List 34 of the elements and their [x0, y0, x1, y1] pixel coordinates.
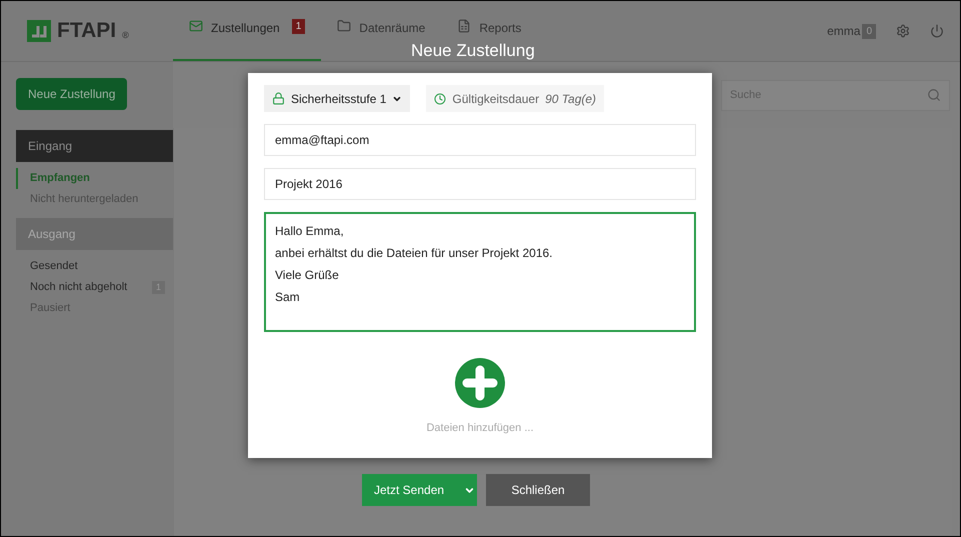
nav-tab[interactable]: Reports: [441, 1, 538, 39]
validity-button[interactable]: Gültigkeitsdauer 90 Tag(e): [426, 85, 604, 112]
power-icon[interactable]: [930, 24, 944, 38]
count-badge: 1: [292, 19, 306, 34]
message-field[interactable]: Hallo Emma, anbei erhältst du die Dateien für unser Projekt 2016. Viele Grüße Sam: [264, 212, 696, 332]
close-button[interactable]: Schließen: [486, 474, 590, 506]
tab-label: Zustellungen: [211, 20, 280, 37]
security-dropdown[interactable]: Sicherheitsstufe 1: [264, 85, 410, 112]
document-icon: [457, 19, 472, 33]
tab-label: Reports: [479, 20, 522, 37]
settings-icon[interactable]: [896, 24, 910, 38]
send-button[interactable]: Jetzt Senden: [362, 474, 477, 506]
new-delivery-button[interactable]: Neue Zustellung: [16, 78, 128, 110]
lock-icon: [272, 92, 285, 105]
clock-icon: [434, 92, 446, 104]
logo-text: FTAPI: [57, 18, 116, 44]
nav-tab[interactable]: Zustellungen 1: [173, 1, 322, 61]
recipient-field[interactable]: emma@ftapi.com: [264, 124, 696, 156]
nav-tab[interactable]: Datenräume: [321, 1, 442, 39]
section-header[interactable]: Eingang: [16, 130, 173, 162]
subject-field[interactable]: Projekt 2016: [264, 168, 696, 200]
dialog-title: Neue Zustellung: [411, 41, 535, 61]
logo-icon: [27, 20, 51, 42]
tab-label: Datenräume: [359, 20, 426, 37]
add-icon[interactable]: [455, 358, 505, 408]
user-name[interactable]: emma: [827, 22, 860, 40]
folder-icon: [337, 19, 352, 33]
logo-mark: ®: [122, 29, 129, 42]
search-icon: [927, 88, 941, 102]
section-header[interactable]: Ausgang: [16, 218, 173, 250]
envelope-icon: [189, 19, 203, 33]
count-badge: 0: [862, 24, 876, 38]
sidebar-item[interactable]: Gesendet: [16, 256, 173, 277]
add-files-link[interactable]: Dateien hinzufügen ...: [426, 420, 534, 436]
